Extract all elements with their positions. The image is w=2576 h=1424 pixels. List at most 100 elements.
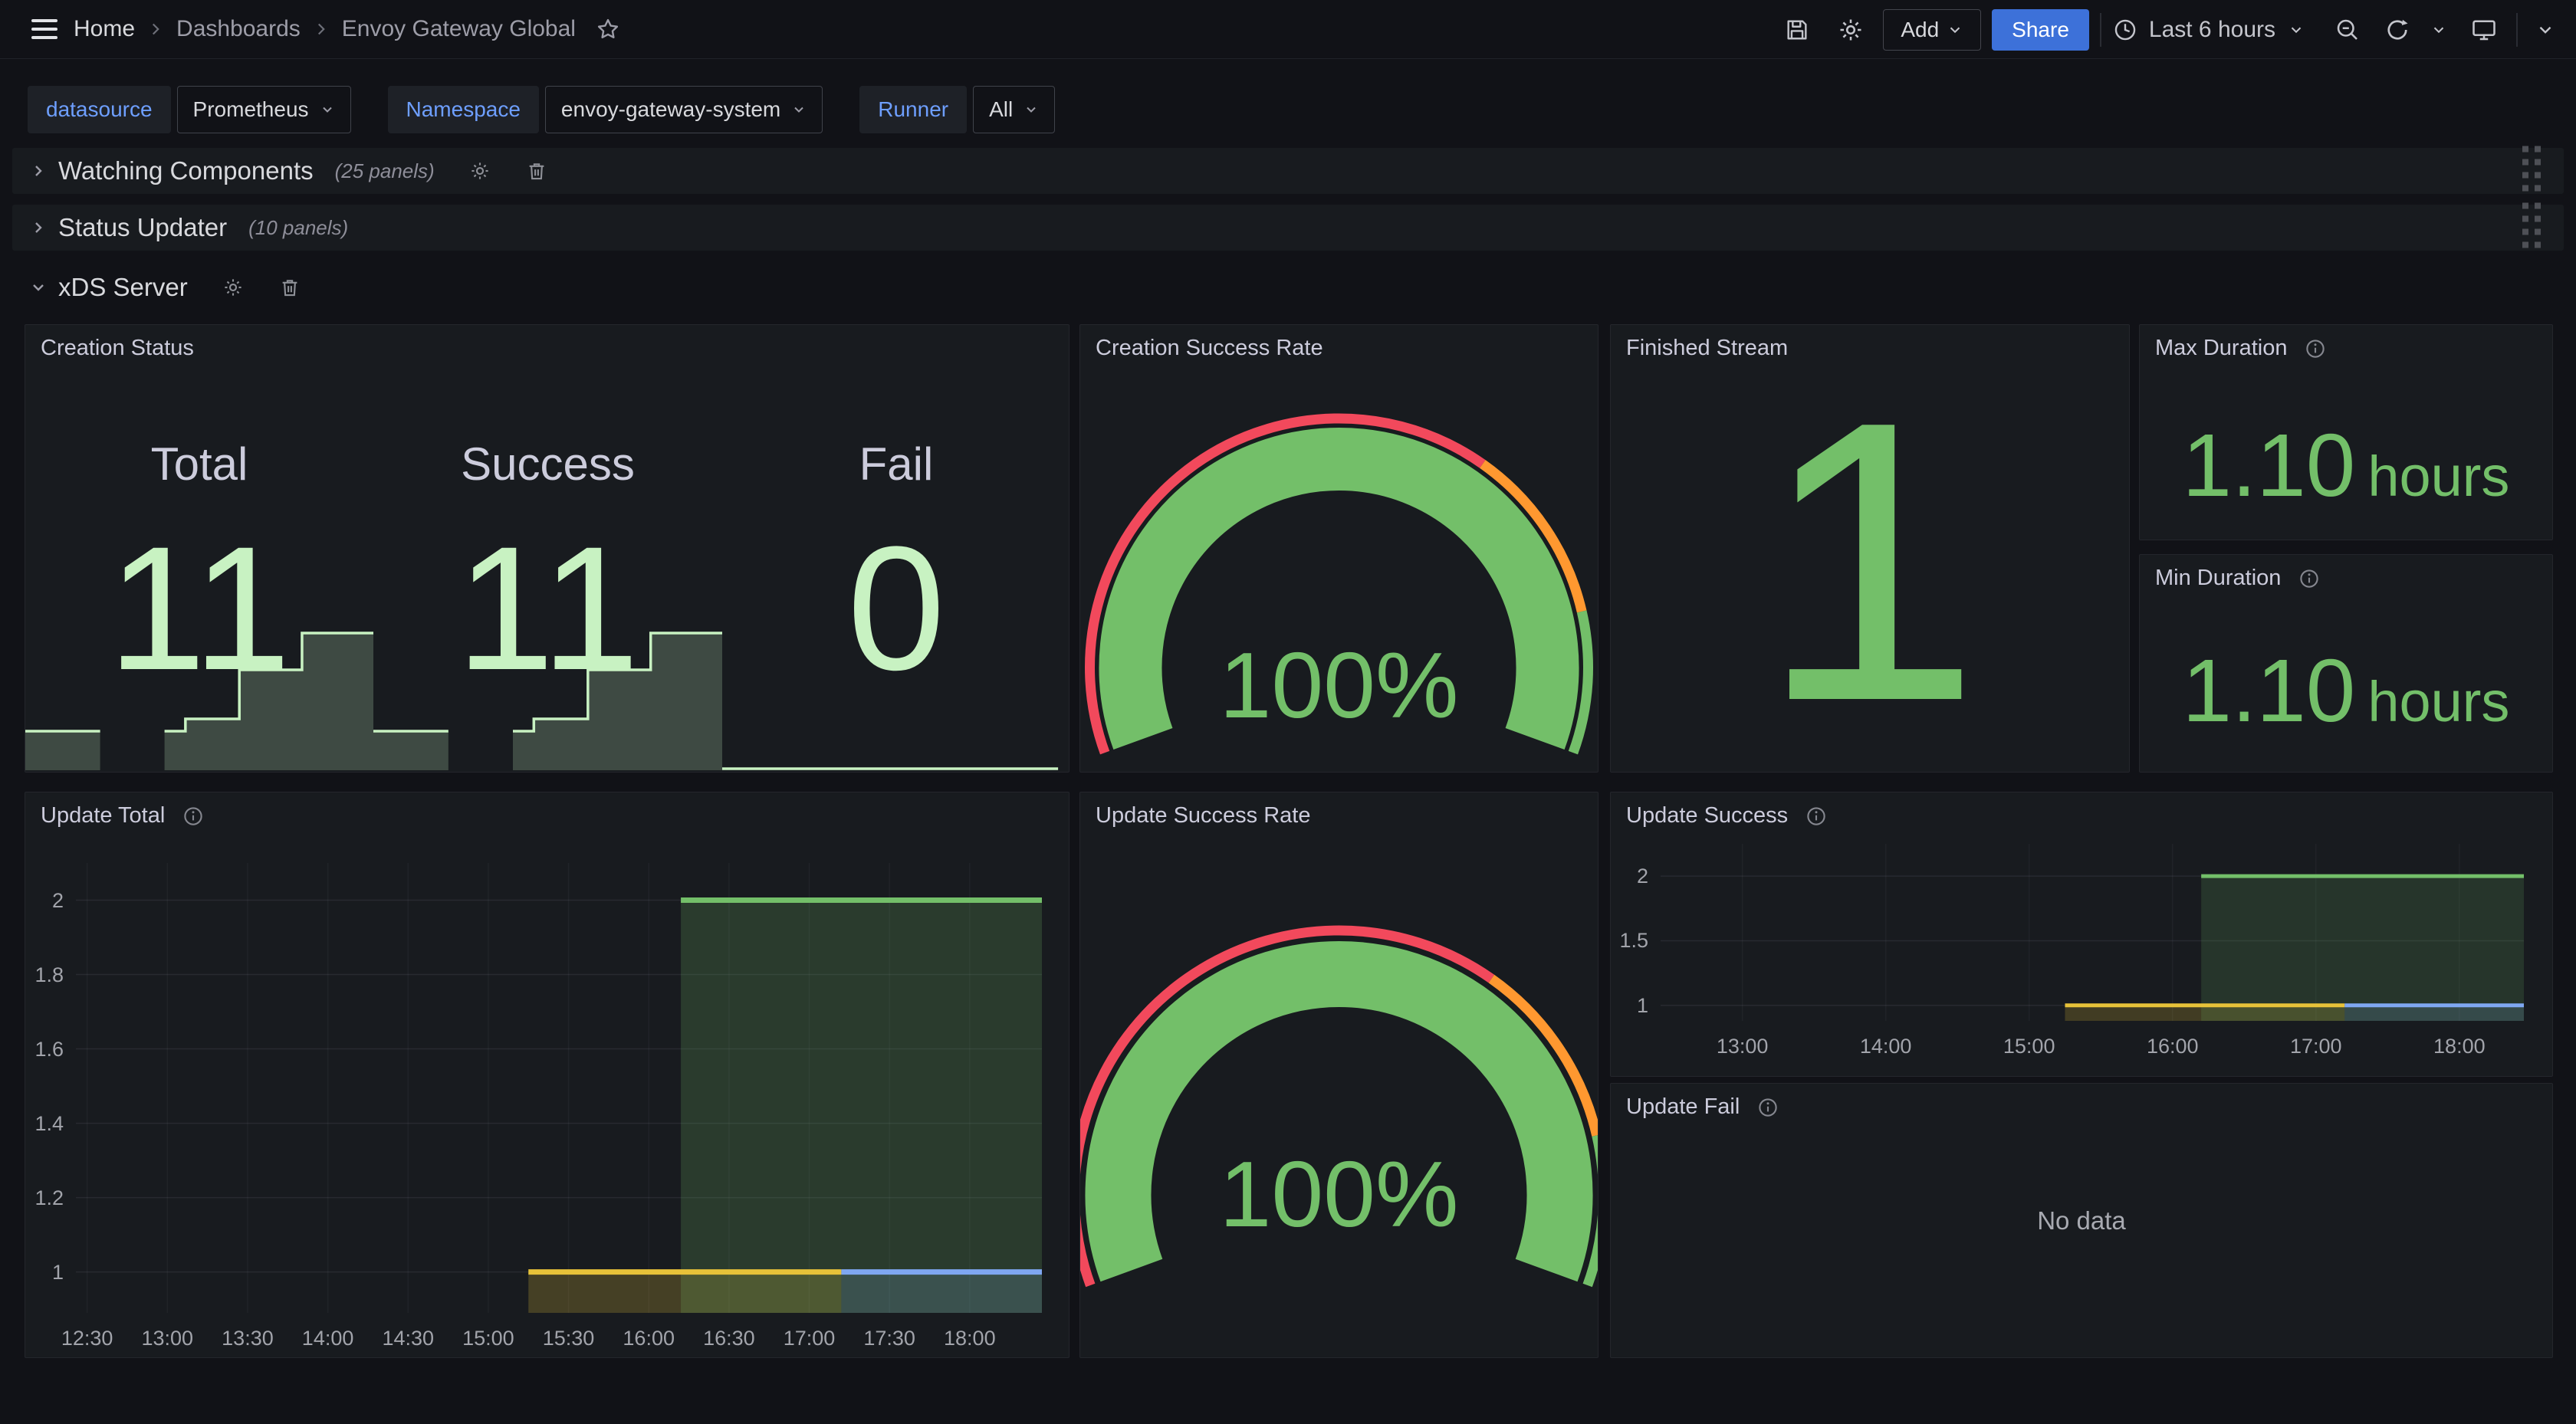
y-axis-tick: 2 [1611,864,1648,888]
settings-icon[interactable] [1829,8,1872,51]
breadcrumb-home[interactable]: Home [74,16,135,42]
panel-creation-success-rate: Creation Success Rate 100% [1079,324,1598,773]
stat-fail: Fail 0 [722,325,1070,772]
panel-title[interactable]: Update Total [41,803,165,828]
add-button[interactable]: Add [1883,9,1981,51]
stat-label: Success [373,440,722,489]
row-panel-count: (25 panels) [335,159,435,183]
x-axis-tick: 18:00 [2398,1035,2521,1058]
panel-update-success: Update Success 11.5213:0014:0015:0016:00… [1610,792,2553,1077]
gauge-value: 100% [1080,632,1598,739]
variable-runner: Runner All [859,86,1055,133]
x-axis-tick: 14:00 [1825,1035,1947,1058]
row-drag-handle[interactable] [2519,200,2544,256]
variable-datasource: datasource Prometheus [28,86,351,133]
breadcrumb-dashboards[interactable]: Dashboards [176,16,301,42]
duration-value-row: 1.10 hours [2140,639,2552,742]
x-axis-tick: 15:00 [1968,1035,2091,1058]
save-icon[interactable] [1776,8,1819,51]
kiosk-icon[interactable] [2463,8,2505,51]
y-axis-tick: 1.5 [1611,928,1648,953]
row-xds-server: xDS Server [12,268,2564,307]
runner-select[interactable]: All [973,86,1055,133]
panel-update-fail: Update Fail No data [1610,1083,2553,1358]
refresh-icon[interactable] [2380,8,2415,51]
panel-update-total: Update Total 11.21.41.61.8212:3013:0013:… [25,792,1070,1358]
no-data-message: No data [1611,1084,2552,1357]
top-nav: Home Dashboards Envoy Gateway Global [0,0,2576,59]
variable-namespace: Namespace envoy-gateway-system [388,86,823,133]
share-button[interactable]: Share [1992,9,2089,51]
chevron-down-icon [2288,21,2305,38]
toolbar-chevron-down-icon[interactable] [2528,8,2562,51]
clock-icon [2112,17,2138,43]
stat-sparkline [373,631,722,770]
stat-sparkline [25,631,373,770]
chevron-right-icon [29,162,48,180]
gauge-value: 100% [1080,1140,1598,1248]
variable-label: Runner [859,86,967,133]
panel-min-duration: Min Duration 1.10 hours [2139,554,2553,773]
timeseries-chart: 11.5213:0014:0015:0016:0017:0018:00 [1611,792,2552,1076]
row-watching-components: Watching Components (25 panels) [12,148,2564,194]
row-settings-icon[interactable] [468,159,491,182]
row-title[interactable]: xDS Server [58,273,188,302]
stat-total: Total 11 [25,325,373,772]
zoom-out-icon[interactable] [2326,8,2369,51]
divider [2516,13,2518,47]
chevron-down-icon [1024,102,1039,117]
panel-title[interactable]: Finished Stream [1626,336,1788,361]
panel-title[interactable]: Creation Status [41,336,194,361]
chevron-down-icon [29,278,48,297]
menu-icon[interactable] [23,8,66,51]
stat-unit: hours [2367,669,2509,734]
panel-title[interactable]: Update Fail [1626,1094,1740,1120]
chevron-right-icon [146,19,166,39]
info-icon[interactable] [2304,337,2327,360]
row-delete-icon[interactable] [278,276,301,299]
gauge-chart [1080,792,1598,1357]
timeseries-chart: 11.21.41.61.8212:3013:0013:3014:0014:301… [25,792,1069,1357]
info-icon[interactable] [182,805,205,828]
star-icon[interactable] [586,8,629,51]
y-axis-tick: 1 [25,1260,64,1285]
panel-update-success-rate: Update Success Rate 100% [1079,792,1598,1358]
row-settings-icon[interactable] [222,276,245,299]
y-axis-tick: 1.8 [25,963,64,987]
variable-label: Namespace [388,86,539,133]
row-title[interactable]: Status Updater [58,213,227,242]
row-delete-icon[interactable] [525,159,548,182]
panel-title[interactable]: Max Duration [2155,336,2287,361]
row-title[interactable]: Watching Components [58,156,314,185]
stat-label: Total [25,440,373,489]
stat-value: 1 [1611,325,2129,772]
info-icon[interactable] [2298,567,2321,590]
row-status-updater: Status Updater (10 panels) [12,205,2564,251]
info-icon[interactable] [1805,805,1828,828]
refresh-interval-chevron-icon[interactable] [2426,8,2452,51]
x-axis-tick: 18:00 [909,1327,1031,1350]
row-drag-handle[interactable] [2519,143,2544,199]
row-panel-count: (10 panels) [248,216,348,240]
breadcrumb-current: Envoy Gateway Global [342,16,576,42]
chevron-down-icon [320,102,335,117]
y-axis-tick: 1.6 [25,1037,64,1061]
stat-value: 1.10 [2183,639,2356,742]
panel-title[interactable]: Creation Success Rate [1096,336,1323,361]
x-axis-tick: 13:00 [1681,1035,1804,1058]
y-axis-tick: 1.2 [25,1186,64,1210]
datasource-select[interactable]: Prometheus [177,86,351,133]
panel-finished-stream: Finished Stream 1 [1610,324,2130,773]
chevron-right-icon [311,19,331,39]
chevron-right-icon [29,218,48,237]
stat-label: Fail [722,440,1070,489]
panel-title[interactable]: Update Success [1626,803,1788,828]
namespace-select[interactable]: envoy-gateway-system [545,86,823,133]
panel-title[interactable]: Min Duration [2155,566,2281,591]
variable-label: datasource [28,86,171,133]
time-range-picker[interactable]: Last 6 hours [2112,17,2315,43]
stat-value: 1.10 [2183,414,2356,517]
stat-success: Success 11 [373,325,722,772]
info-icon[interactable] [1756,1096,1779,1119]
panel-title[interactable]: Update Success Rate [1096,803,1310,828]
